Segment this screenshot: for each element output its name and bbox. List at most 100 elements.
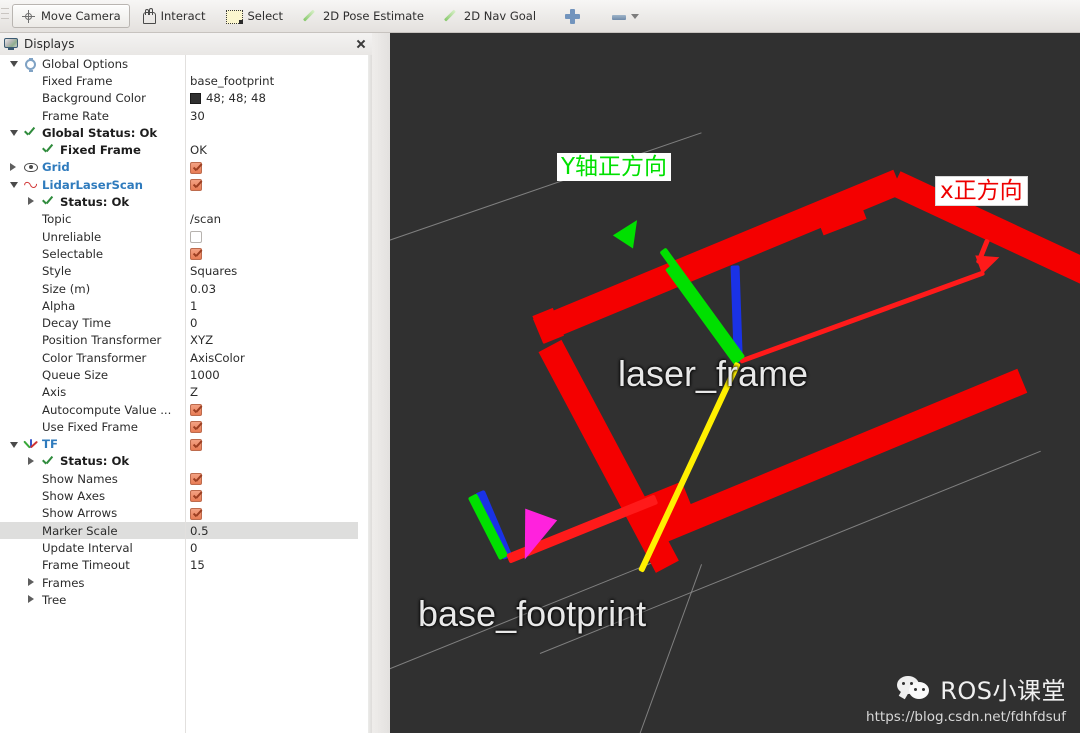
remove-tool-button[interactable] [602,4,648,28]
display-row-checkbox[interactable] [190,507,202,520]
chevron-down-icon[interactable] [10,130,18,137]
display-row-checkbox[interactable] [190,230,202,243]
chevron-down-icon[interactable] [10,61,18,67]
display-row-value[interactable]: 1000 [190,368,220,382]
display-row[interactable]: Global Options [0,55,372,72]
display-row-value[interactable]: OK [190,143,207,157]
chevron-down-icon[interactable] [10,182,18,189]
display-row[interactable]: Alpha 1 [0,297,372,314]
display-row[interactable]: Decay Time 0 [0,314,372,331]
wechat-icon [897,676,931,701]
display-row[interactable]: Use Fixed Frame [0,418,372,435]
display-row-checkbox[interactable] [190,438,202,451]
chevron-down-icon[interactable] [631,13,640,19]
display-row[interactable]: Tree [0,591,372,608]
display-row-checkbox[interactable] [190,403,202,416]
chevron-right-icon[interactable] [28,577,34,586]
color-swatch[interactable] [190,92,201,104]
display-row[interactable]: Show Arrows [0,505,372,522]
display-row[interactable]: Queue Size 1000 [0,366,372,383]
display-row[interactable]: Background Color 48; 48; 48 [0,90,372,107]
display-row-value[interactable]: 30 [190,109,205,123]
display-row-value[interactable]: 0.03 [190,282,216,296]
grid-line [639,564,703,733]
tool-interact[interactable]: Interact [132,4,215,28]
display-row-label: Frames [42,575,85,590]
display-row-value[interactable]: base_footprint [190,74,274,88]
display-row-label: Global Options [42,56,129,71]
display-row-value[interactable]: Z [190,385,198,399]
display-row[interactable]: Size (m) 0.03 [0,280,372,297]
display-row[interactable]: Topic/scan [0,211,372,228]
tool-select[interactable]: Select [217,4,292,28]
display-row[interactable]: Marker Scale 0.5 [0,522,372,540]
display-row[interactable]: Fixed Frame base_footprint [0,72,372,89]
display-row-value[interactable]: 48; 48; 48 [206,91,266,105]
display-row-value[interactable]: /scan [190,212,221,226]
display-row[interactable]: Unreliable [0,228,372,245]
watermark: ROS小课堂 https://blog.csdn.net/fdhfdsuf [866,671,1066,725]
display-row-value[interactable]: 0.5 [190,524,209,538]
display-row[interactable]: Grid [0,159,372,176]
display-row-label: Show Arrows [42,506,118,521]
display-row[interactable]: Update Interval 0 [0,539,372,556]
display-row[interactable]: Position Transformer XYZ [0,332,372,349]
display-row-label: Frame Rate [42,108,109,123]
eye-icon [24,162,38,173]
display-row[interactable]: Status: Ok [0,453,372,470]
display-row[interactable]: Frame Timeout 15 [0,557,372,574]
panel-splitter[interactable] [372,33,755,733]
display-row-label: Update Interval [42,540,133,555]
display-row[interactable]: Autocompute Value ... [0,401,372,418]
display-row-label: Autocompute Value ... [42,402,172,417]
display-row-label: Color Transformer [42,350,147,365]
toolbar-drag-handle[interactable] [1,5,9,27]
display-row[interactable]: Show Axes [0,487,372,504]
display-row[interactable]: Fixed Frame OK [0,141,372,158]
display-row[interactable]: Frames [0,574,372,591]
tree-column-separator [185,55,186,733]
select-rect-icon [225,9,243,24]
tf-axes-icon [23,438,39,450]
display-row-value[interactable]: 1 [190,299,197,313]
display-row-checkbox[interactable] [190,490,202,503]
display-row[interactable]: LidarLaserScan [0,176,372,193]
display-row[interactable]: Frame Rate 30 [0,107,372,124]
display-row[interactable]: Axis Z [0,384,372,401]
display-row[interactable]: TF [0,436,372,453]
display-row-checkbox[interactable] [190,473,202,486]
display-row-checkbox[interactable] [190,248,202,261]
display-row[interactable]: Global Status: Ok [0,124,372,141]
add-tool-button[interactable] [556,4,589,28]
chevron-right-icon[interactable] [10,162,16,171]
chevron-right-icon[interactable] [28,456,34,465]
display-row[interactable]: Show Names [0,470,372,487]
tool-2d-pose-estimate[interactable]: 2D Pose Estimate [294,4,433,28]
3d-render-view[interactable]: laser_frame base_footprint Y轴正方向 x正方向 RO… [390,33,1080,733]
tool-move-camera-label: Move Camera [41,9,121,23]
display-row-checkbox[interactable] [190,161,202,174]
display-row[interactable]: Selectable [0,245,372,262]
chevron-right-icon[interactable] [28,595,34,604]
display-row-value[interactable]: Squares [190,264,237,278]
display-row-checkbox[interactable] [190,179,202,192]
move-camera-icon [21,9,36,24]
display-row[interactable]: Status: Ok [0,193,372,210]
display-row-value[interactable]: 15 [190,558,205,572]
display-row-value[interactable]: XYZ [190,333,213,347]
chevron-down-icon[interactable] [10,441,18,448]
display-row-checkbox[interactable] [190,421,202,434]
displays-tree-scroll[interactable]: Global Options Fixed Frame base_footprint B… [0,55,372,733]
close-icon[interactable] [354,37,368,51]
grid-line [390,132,702,244]
display-row[interactable]: Style Squares [0,263,372,280]
display-row[interactable]: Color Transformer AxisColor [0,349,372,366]
tool-2d-nav-goal[interactable]: 2D Nav Goal [435,4,545,28]
display-row-value[interactable]: 0 [190,541,197,555]
display-row-label: Tree [42,592,67,607]
chevron-right-icon[interactable] [28,197,34,206]
display-row-value[interactable]: AxisColor [190,351,245,365]
tool-move-camera[interactable]: Move Camera [12,4,130,28]
display-row-value[interactable]: 0 [190,316,197,330]
tree-right-rail [358,55,368,733]
